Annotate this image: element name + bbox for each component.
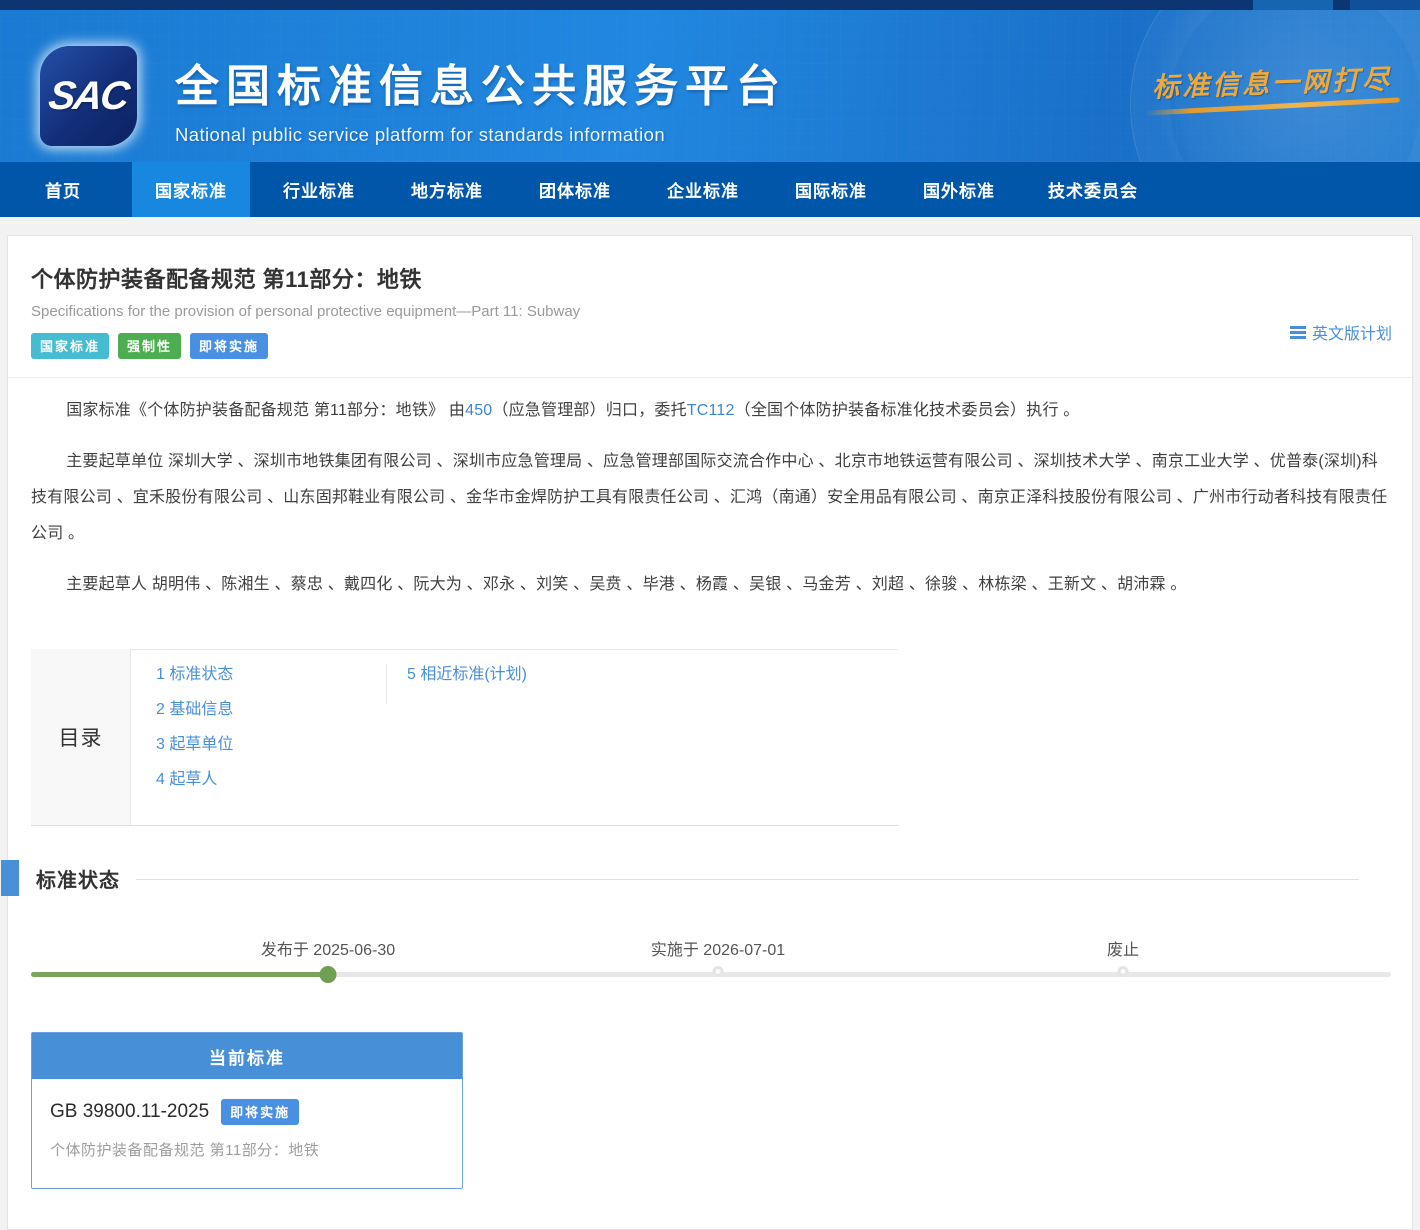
topbar-button-left[interactable] — [1253, 0, 1333, 10]
badge-upcoming: 即将实施 — [190, 333, 269, 359]
p1-text-2: （应急管理部）归口，委托 — [492, 402, 687, 419]
milestone-label-abolished: 废止 — [1106, 942, 1140, 959]
p1-text-3: （全国个体防护装备标准化技术委员会）执行 。 — [734, 402, 1080, 419]
current-standard-card-body: GB 39800.11-2025 即将实施 个体防护装备配备规范 第11部分：地… — [32, 1079, 462, 1188]
main-nav: 首页 国家标准 行业标准 地方标准 团体标准 企业标准 国际标准 国外标准 技术… — [0, 162, 1420, 217]
sac-logo[interactable]: SAC — [40, 46, 137, 146]
toc-link-similar-standards[interactable]: 5 相近标准(计划) — [407, 664, 527, 686]
intro-paragraph-drafting-units: 主要起草单位 深圳大学 、深圳市地铁集团有限公司 、深圳市应急管理局 、应急管理… — [31, 453, 1388, 542]
badge-national-standard: 国家标准 — [31, 333, 110, 359]
current-standard-code-row: GB 39800.11-2025 即将实施 — [50, 1099, 444, 1125]
milestone-label-effective: 实施于 2026-07-01 — [650, 942, 786, 959]
toc-table: 目录 1 标准状态 2 基础信息 3 起草单位 4 起草人 5 相近标准(计划) — [31, 649, 898, 826]
nav-item-foreign-standards[interactable]: 国外标准 — [900, 162, 1018, 217]
toc-column-2: 5 相近标准(计划) — [386, 664, 527, 704]
status-section-header: 标准状态 — [1, 860, 1389, 896]
intro-paragraph-scope: 国家标准《个体防护装备配备规范 第11部分：地铁》 由450（应急管理部）归口，… — [31, 393, 1389, 429]
standard-detail-header: 个体防护装备配备规范 第11部分：地铁 Specifications for t… — [31, 262, 1392, 359]
current-standard-name: 个体防护装备配备规范 第11部分：地铁 — [50, 1142, 320, 1159]
milestone-dot-abolished — [1117, 966, 1129, 977]
current-standard-code[interactable]: GB 39800.11-2025 — [50, 1101, 209, 1123]
milestone-dot-published — [319, 966, 337, 983]
badge-mandatory: 强制性 — [118, 333, 182, 359]
section-accent-bar — [1, 860, 19, 896]
header-divider — [8, 377, 1412, 378]
page-subtitle-en: Specifications for the provision of pers… — [31, 303, 581, 320]
english-version-plan-link[interactable]: 英文版计划 — [1289, 320, 1392, 344]
topbar — [0, 0, 1420, 10]
milestone-dot-effective — [712, 966, 724, 977]
link-tc112[interactable]: TC112 — [687, 402, 735, 419]
intro-paragraph-drafters: 主要起草人 胡明伟 、陈湘生 、蔡忠 、戴四化 、阮大为 、邓永 、刘笑 、吴贲… — [66, 576, 1187, 593]
toc-link-drafters[interactable]: 4 起草人 — [156, 769, 386, 791]
site-title-block: 全国标准信息公共服务平台 National public service pla… — [175, 50, 787, 146]
nav-item-local-standards[interactable]: 地方标准 — [388, 162, 506, 217]
sac-logo-text: SAC — [46, 73, 131, 118]
nav-item-international-standards[interactable]: 国际标准 — [772, 162, 890, 217]
toc-link-drafting-units[interactable]: 3 起草单位 — [156, 734, 386, 756]
current-standard-card[interactable]: 当前标准 GB 39800.11-2025 即将实施 个体防护装备配备规范 第1… — [31, 1032, 463, 1189]
status-timeline: 发布于 2025-06-30 实施于 2026-07-01 废止 — [31, 936, 1391, 998]
status-section-title: 标准状态 — [36, 869, 120, 892]
content-panel: 个体防护装备配备规范 第11部分：地铁 Specifications for t… — [1, 235, 1413, 1230]
badge-row: 国家标准 强制性 即将实施 — [31, 333, 1389, 359]
nav-item-technical-committees[interactable]: 技术委员会 — [1028, 162, 1158, 217]
link-450[interactable]: 450 — [465, 402, 492, 419]
toc-link-basic-info[interactable]: 2 基础信息 — [156, 699, 386, 721]
topbar-button-right[interactable] — [1350, 0, 1420, 10]
site-title: 全国标准信息公共服务平台 — [175, 62, 787, 111]
nav-item-home[interactable]: 首页 — [4, 162, 122, 217]
nav-item-enterprise-standards[interactable]: 企业标准 — [644, 162, 762, 217]
toc-link-standard-status[interactable]: 1 标准状态 — [156, 664, 386, 686]
english-version-plan-label: 英文版计划 — [1311, 326, 1392, 343]
section-rule — [136, 878, 1359, 880]
nav-item-group-standards[interactable]: 团体标准 — [516, 162, 634, 217]
current-standard-badge: 即将实施 — [221, 1099, 300, 1125]
site-header: SAC 全国标准信息公共服务平台 National public service… — [0, 10, 1420, 162]
p1-text-1: 国家标准《个体防护装备配备规范 第11部分：地铁》 由 — [66, 402, 466, 419]
current-standard-card-header: 当前标准 — [32, 1033, 462, 1079]
toc-column-1: 1 标准状态 2 基础信息 3 起草单位 4 起草人 — [156, 664, 386, 815]
milestone-label-published: 发布于 2025-06-30 — [260, 942, 396, 959]
toc-label: 目录 — [31, 649, 131, 825]
page-title: 个体防护装备配备规范 第11部分：地铁 — [31, 267, 422, 292]
intro-paragraphs: 国家标准《个体防护装备配备规范 第11部分：地铁》 由450（应急管理部）归口，… — [31, 393, 1389, 603]
site-subtitle: National public service platform for sta… — [175, 124, 666, 145]
nav-item-industry-standards[interactable]: 行业标准 — [260, 162, 378, 217]
timeline-progress — [31, 972, 331, 977]
toc-body: 1 标准状态 2 基础信息 3 起草单位 4 起草人 5 相近标准(计划) — [131, 649, 898, 825]
nav-item-national-standards[interactable]: 国家标准 — [132, 162, 250, 217]
list-icon — [1289, 325, 1306, 339]
